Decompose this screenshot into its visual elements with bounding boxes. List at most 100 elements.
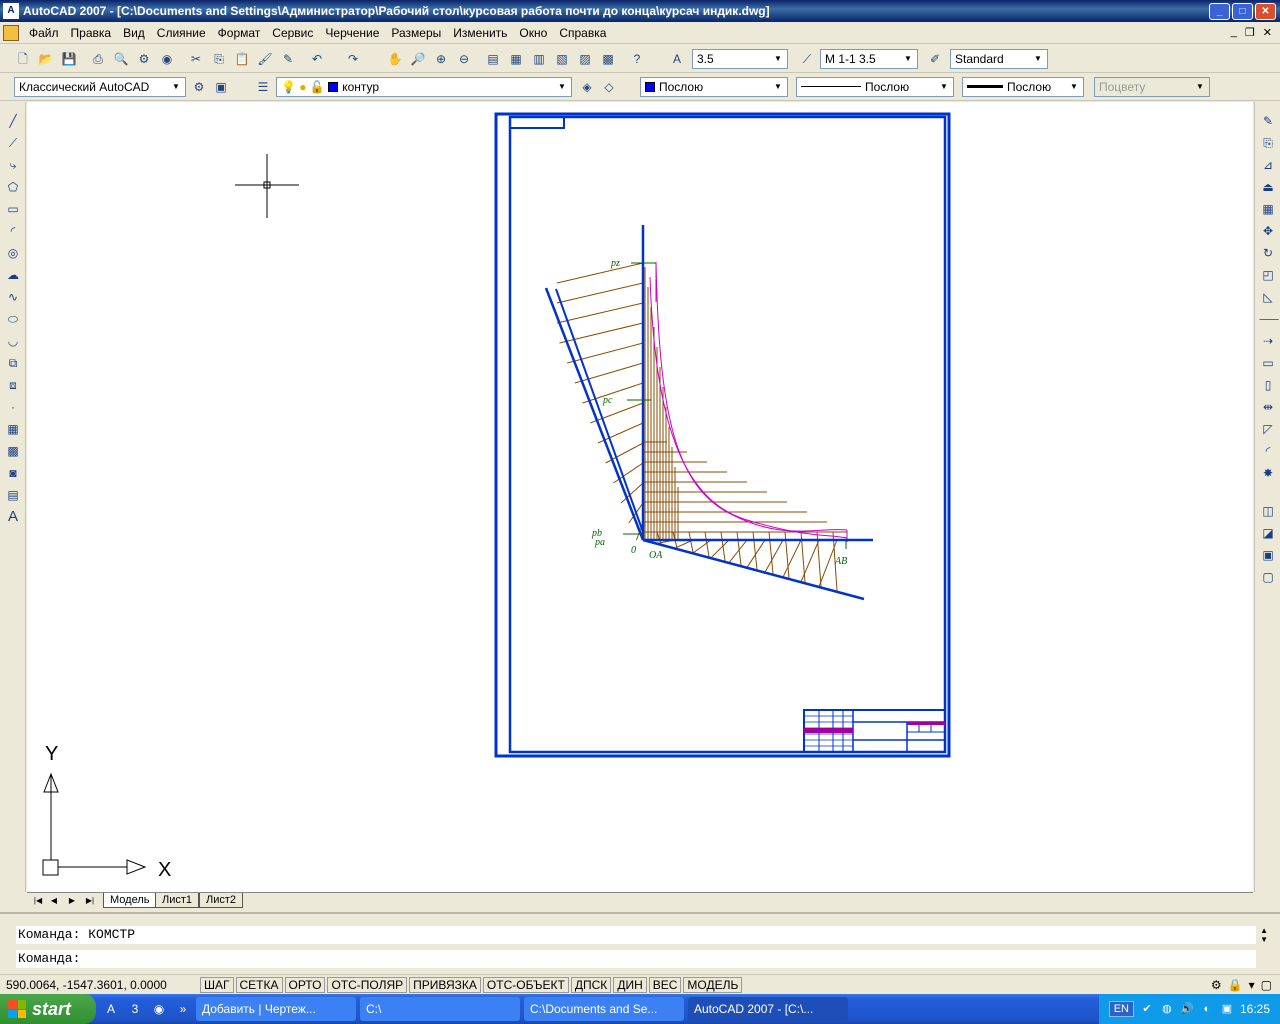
zoom-previous-icon[interactable]: ⊖ (455, 50, 473, 68)
multiline-text-icon[interactable]: A (4, 508, 22, 526)
arc-icon[interactable]: ◜ (4, 222, 22, 240)
minimize-button[interactable]: _ (1209, 2, 1230, 20)
break-at-point-icon[interactable]: ▭ (1259, 354, 1277, 372)
paste-icon[interactable]: 📋 (233, 50, 251, 68)
menu-help[interactable]: Справка (553, 26, 612, 40)
copy-object-icon[interactable]: ⎘ (1259, 134, 1277, 152)
spline-icon[interactable]: ∿ (4, 288, 22, 306)
layer-manager-icon[interactable]: ☰ (254, 78, 272, 96)
linetype-combo[interactable]: Послою ▼ (796, 77, 954, 97)
design-center-icon[interactable]: ▦ (507, 50, 525, 68)
send-under-icon[interactable]: ▢ (1259, 568, 1277, 586)
polyline-icon[interactable]: ⤷ (4, 156, 22, 174)
document-icon[interactable] (3, 24, 19, 41)
point-icon[interactable]: · (4, 398, 22, 416)
new-icon[interactable]: 🗋 (14, 50, 32, 68)
send-to-back-icon[interactable]: ◪ (1259, 524, 1277, 542)
circle-icon[interactable]: ◎ (4, 244, 22, 262)
ducs-button[interactable]: ДПСК (570, 976, 612, 993)
lock-toolbar-icon[interactable]: 🔒 (1228, 978, 1243, 992)
publish-icon[interactable]: ⚙ (135, 50, 153, 68)
menu-modify[interactable]: Изменить (447, 26, 513, 40)
quicklaunch-autocad-icon[interactable]: A (102, 1000, 120, 1018)
scale-icon[interactable]: ◰ (1259, 266, 1277, 284)
model-button[interactable]: МОДЕЛЬ (683, 976, 743, 993)
bring-above-icon[interactable]: ▣ (1259, 546, 1277, 564)
tab-sheet1[interactable]: Лист1 (155, 893, 200, 908)
menu-tools[interactable]: Сервис (266, 26, 319, 40)
workspace-save-icon[interactable]: ▣ (212, 78, 230, 96)
doc-minimize-button[interactable]: _ (1231, 26, 1237, 39)
gradient-icon[interactable]: ▩ (4, 442, 22, 460)
tray-app-icon[interactable]: ◐ (1200, 1002, 1214, 1016)
revision-cloud-icon[interactable]: ☁ (4, 266, 22, 284)
menu-view[interactable]: Вид (117, 26, 151, 40)
region-icon[interactable]: ◙ (4, 464, 22, 482)
snap-button[interactable]: ШАГ (200, 976, 234, 993)
ellipse-arc-icon[interactable]: ◡ (4, 332, 22, 350)
quicklaunch-browser-icon[interactable]: ◉ (150, 1000, 168, 1018)
antivirus-icon[interactable]: ✔ (1140, 1002, 1154, 1016)
drawing-canvas[interactable]: pz pc pb pa 0 OA AB Y X (27, 102, 1253, 892)
command-input[interactable]: Команда: (16, 950, 1256, 968)
dim-style-icon[interactable]: ⟋ (798, 50, 816, 68)
tab-sheet2[interactable]: Лист2 (199, 893, 244, 908)
help-icon[interactable]: ? (628, 50, 646, 68)
tool-palettes-icon[interactable]: ▥ (530, 50, 548, 68)
comm-center-icon[interactable]: ⚙ (1211, 978, 1222, 992)
open-icon[interactable]: 📂 (37, 50, 55, 68)
polar-button[interactable]: ОТС-ПОЛЯР (327, 976, 408, 993)
stretch-icon[interactable]: ◺ (1259, 288, 1277, 306)
line-icon[interactable]: ╱ (4, 112, 22, 130)
prev-tab-icon[interactable]: ◀ (47, 895, 61, 907)
start-button[interactable]: start (0, 994, 96, 1024)
offset-icon[interactable]: ⏏ (1259, 178, 1277, 196)
rectangle-icon[interactable]: ▭ (4, 200, 22, 218)
menu-dimension[interactable]: Размеры (385, 26, 447, 40)
status-menu-icon[interactable]: ▾ (1249, 978, 1255, 992)
undo-icon[interactable]: ↶ (308, 50, 326, 68)
doc-close-button[interactable]: ✕ (1263, 26, 1272, 39)
quicklaunch-app-icon[interactable]: 3 (126, 1000, 144, 1018)
doc-restore-button[interactable]: ❐ (1245, 26, 1255, 39)
lineweight-button[interactable]: ВЕС (648, 976, 682, 993)
make-block-icon[interactable]: ⧈ (4, 376, 22, 394)
array-icon[interactable]: ▦ (1259, 200, 1277, 218)
workspace-settings-icon[interactable]: ⚙ (190, 78, 208, 96)
zoom-window-icon[interactable]: ⊕ (432, 50, 450, 68)
table-style-combo[interactable]: Standard ▼ (950, 49, 1048, 69)
markup-icon[interactable]: ▨ (576, 50, 594, 68)
properties-icon[interactable]: ▤ (484, 50, 502, 68)
menu-draw[interactable]: Черчение (319, 26, 385, 40)
layer-combo[interactable]: 💡 ● 🔓 контур ▼ (276, 77, 572, 97)
table-icon[interactable]: ▤ (4, 486, 22, 504)
clean-screen-icon[interactable]: ▢ (1261, 978, 1272, 992)
cut-icon[interactable]: ✂ (187, 50, 205, 68)
layer-previous-icon[interactable]: ◇ (600, 78, 618, 96)
ellipse-icon[interactable]: ⬭ (4, 310, 22, 328)
tab-model[interactable]: Модель (103, 893, 157, 908)
command-scrollbar[interactable]: ▲ ▼ (1260, 926, 1268, 944)
close-button[interactable]: ✕ (1255, 2, 1276, 20)
otrack-button[interactable]: ОТС-ОБЪЕКТ (482, 976, 569, 993)
grid-button[interactable]: СЕТКА (235, 976, 283, 993)
pan-icon[interactable]: ✋ (386, 50, 404, 68)
sheet-set-icon[interactable]: ▧ (553, 50, 571, 68)
save-icon[interactable]: 💾 (60, 50, 78, 68)
redo-icon[interactable]: ↷ (344, 50, 362, 68)
language-indicator[interactable]: EN (1108, 1001, 1134, 1017)
osnap-button[interactable]: ПРИВЯЗКА (409, 976, 481, 993)
menu-window[interactable]: Окно (513, 26, 553, 40)
block-editor-icon[interactable]: ✎ (279, 50, 297, 68)
break-icon[interactable]: ▯ (1259, 376, 1277, 394)
coordinates-readout[interactable]: 590.0064, -1547.3601, 0.0000 (0, 978, 200, 992)
menu-file[interactable]: Файл (23, 26, 65, 40)
trim-icon[interactable]: ⸺ (1259, 310, 1279, 328)
task-documents[interactable]: C:\Documents and Se... (524, 997, 684, 1021)
3d-dwf-icon[interactable]: ◉ (158, 50, 176, 68)
menu-merge[interactable]: Слияние (151, 26, 212, 40)
menu-format[interactable]: Формат (212, 26, 267, 40)
text-style-icon[interactable]: A (668, 50, 686, 68)
print-icon[interactable]: ⎙ (89, 50, 107, 68)
construction-line-icon[interactable]: ⟋ (4, 134, 22, 152)
